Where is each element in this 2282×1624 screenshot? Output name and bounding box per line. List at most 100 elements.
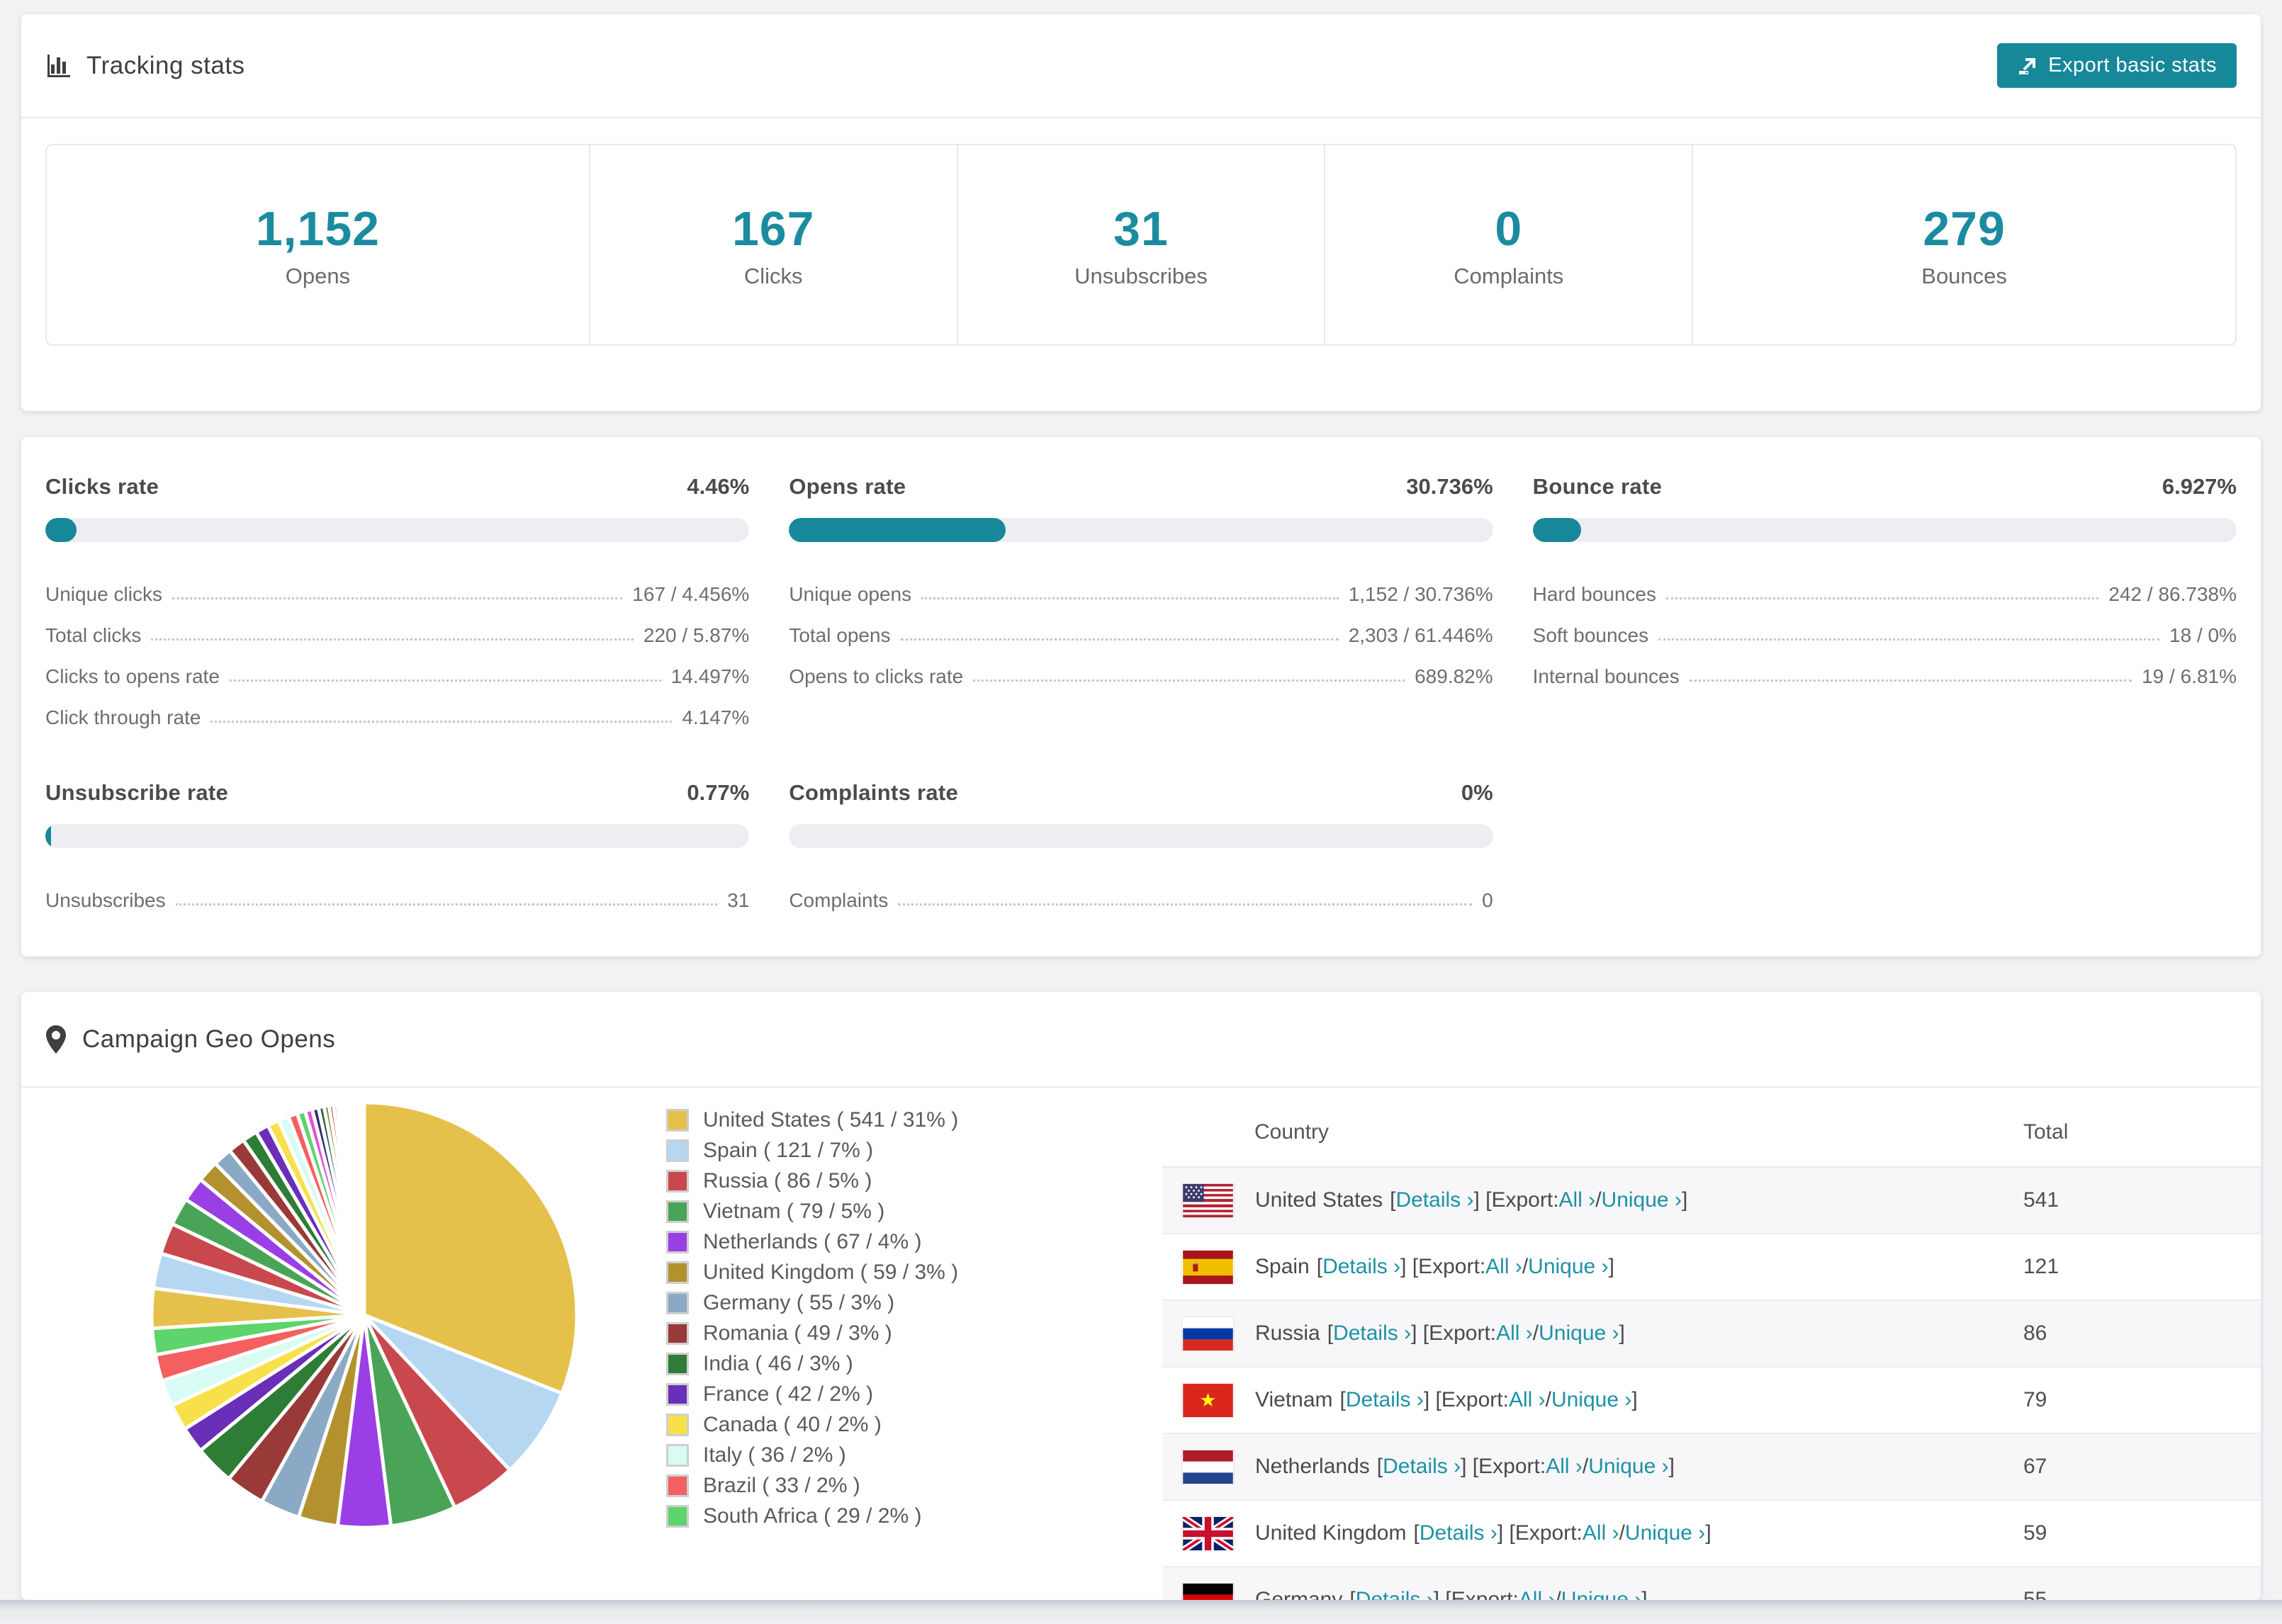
link-bracket-text: ] — [1619, 1321, 1625, 1345]
summary-stat-opens: 1,152 Opens — [47, 145, 590, 344]
link-bracket-text: [ — [1390, 1188, 1396, 1212]
geo-country-cell: Vietnam [Details ›] [Export: All › / Uniq… — [1162, 1383, 2023, 1417]
export-unique-link-russia[interactable]: Unique › — [1539, 1321, 1619, 1346]
geo-table-row-netherlands: Netherlands[Details ›] [Export: All › / … — [1162, 1434, 2261, 1501]
rate-progress-bar — [1532, 518, 2237, 542]
nl-flag-icon — [1182, 1450, 1234, 1484]
geo-opens-body: United States ( 541 / 31% ) Spain ( 121 /… — [21, 1088, 2261, 1600]
geo-country-cell: United Kingdom[Details ›] [Export: All ›… — [1162, 1516, 2023, 1550]
export-basic-stats-button[interactable]: Export basic stats — [1997, 43, 2237, 88]
details-link-germany[interactable]: Details › — [1356, 1588, 1434, 1600]
rate-detail-label: Unsubscribes — [45, 889, 166, 911]
legend-label: Italy ( 36 / 2% ) — [703, 1443, 846, 1467]
legend-item-south-africa: South Africa ( 29 / 2% ) — [666, 1501, 958, 1531]
country-name: Netherlands — [1255, 1455, 1370, 1478]
rate-detail-row: Opens to clicks rate 689.82% — [789, 647, 1493, 688]
country-name: Vietnam — [1255, 1388, 1333, 1411]
rate-detail-value: 242 / 86.738% — [2108, 583, 2237, 605]
rate-detail-row: Hard bounces 242 / 86.738% — [1533, 565, 2237, 606]
de-flag-icon — [1182, 1583, 1234, 1600]
export-unique-link-germany[interactable]: Unique › — [1561, 1588, 1641, 1600]
export-unique-link-netherlands[interactable]: Unique › — [1588, 1455, 1668, 1479]
export-unique-link-united-states[interactable]: Unique › — [1602, 1188, 1682, 1212]
country-name: Germany — [1255, 1588, 1343, 1600]
geo-country-cell: Germany [Details ›] [Export: All › / Uniq… — [1162, 1583, 2023, 1600]
rate-block-head: Complaints rate 0% — [789, 780, 1493, 806]
country-name: Russia — [1255, 1321, 1320, 1345]
legend-swatch — [666, 1443, 689, 1467]
rate-progress-bar — [789, 518, 1493, 542]
rate-progress-fill — [45, 824, 51, 848]
rate-percentage: 4.46% — [687, 474, 750, 499]
link-bracket-text: ] — [1668, 1455, 1675, 1478]
page-bottom-scroll-shadow — [0, 1600, 2282, 1624]
legend-label: United Kingdom ( 59 / 3% ) — [703, 1260, 959, 1284]
dotted-leader — [900, 638, 1339, 641]
rate-detail-value: 18 / 0% — [2169, 624, 2237, 646]
legend-item-france: France ( 42 / 2% ) — [666, 1379, 958, 1409]
rate-percentage: 6.927% — [2162, 474, 2237, 499]
link-bracket-text: ] [Export: — [1473, 1188, 1559, 1212]
geo-country-cell: Netherlands[Details ›] [Export: All › / … — [1162, 1450, 2023, 1484]
geo-total-cell: 59 — [2023, 1521, 2047, 1545]
details-link-united-states[interactable]: Details › — [1395, 1188, 1473, 1212]
summary-stat-complaints: 0 Complaints — [1325, 145, 1694, 344]
rate-block-head: Opens rate 30.736% — [789, 474, 1493, 500]
geo-total-cell: 79 — [2023, 1388, 2047, 1411]
rate-detail-value: 19 / 6.81% — [2142, 665, 2237, 687]
rate-detail-value: 2,303 / 61.446% — [1348, 624, 1493, 646]
export-icon — [2017, 55, 2038, 77]
summary-stat-label: Bounces — [1921, 263, 2007, 288]
details-link-russia[interactable]: Details › — [1333, 1321, 1411, 1346]
summary-stat-label: Opens — [285, 263, 351, 288]
link-bracket-text: ] [Export: — [1400, 1255, 1486, 1278]
geo-table-row-united-kingdom: United Kingdom[Details ›] [Export: All ›… — [1162, 1501, 2261, 1567]
link-bracket-text: ] [Export: — [1423, 1388, 1509, 1411]
geo-pie-chart — [145, 1095, 584, 1538]
details-link-spain[interactable]: Details › — [1322, 1255, 1400, 1279]
rate-detail-rows: Complaints 0 — [789, 871, 1493, 912]
details-link-vietnam[interactable]: Details › — [1346, 1388, 1424, 1412]
rate-detail-row: Clicks to opens rate 14.497% — [45, 647, 749, 688]
rate-detail-value: 0 — [1482, 889, 1493, 911]
rate-detail-label: Unique clicks — [45, 583, 162, 605]
link-bracket-text: / — [1595, 1188, 1602, 1212]
link-bracket-text: ] — [1705, 1521, 1712, 1545]
summary-stat-value: 167 — [731, 201, 815, 256]
geo-country-cell: Spain [Details ›] [Export: All › / Unique… — [1162, 1250, 2023, 1284]
export-all-link-vietnam[interactable]: All › — [1509, 1388, 1546, 1412]
legend-label: Netherlands ( 67 / 4% ) — [703, 1229, 922, 1253]
link-bracket-text: ] [Export: — [1497, 1521, 1583, 1545]
export-unique-link-vietnam[interactable]: Unique › — [1551, 1388, 1631, 1412]
link-bracket-text: / — [1532, 1321, 1539, 1345]
export-all-link-united-states[interactable]: All › — [1559, 1188, 1596, 1212]
export-all-link-russia[interactable]: All › — [1496, 1321, 1533, 1346]
geo-total-cell: 541 — [2023, 1188, 2059, 1212]
rate-detail-value: 31 — [727, 889, 750, 911]
rate-detail-row: Unsubscribes 31 — [45, 871, 749, 912]
export-unique-link-spain[interactable]: Unique › — [1528, 1255, 1608, 1279]
legend-swatch — [666, 1108, 689, 1132]
rate-progress-fill — [45, 518, 77, 542]
summary-stat-value: 1,152 — [255, 201, 380, 256]
geo-table-row-russia: Russia [Details ›] [Export: All › / Uniqu… — [1162, 1301, 2261, 1368]
rate-title: Complaints rate — [789, 780, 959, 805]
legend-label: France ( 42 / 2% ) — [703, 1382, 874, 1406]
export-all-link-spain[interactable]: All › — [1485, 1255, 1522, 1279]
link-bracket-text: [ — [1413, 1521, 1420, 1545]
summary-stat-label: Unsubscribes — [1074, 263, 1208, 288]
details-link-united-kingdom[interactable]: Details › — [1420, 1521, 1497, 1545]
legend-swatch — [666, 1504, 689, 1528]
dotted-leader — [973, 680, 1405, 682]
legend-label: India ( 46 / 3% ) — [703, 1351, 853, 1375]
summary-stat-bounces: 279 Bounces — [1693, 145, 2235, 344]
rate-detail-label: Total opens — [789, 624, 891, 646]
export-all-link-united-kingdom[interactable]: All › — [1583, 1521, 1619, 1545]
export-unique-link-united-kingdom[interactable]: Unique › — [1625, 1521, 1705, 1545]
export-all-link-germany[interactable]: All › — [1519, 1588, 1556, 1600]
legend-label: Vietnam ( 79 / 5% ) — [703, 1199, 885, 1223]
details-link-netherlands[interactable]: Details › — [1383, 1455, 1461, 1479]
legend-label: Russia ( 86 / 5% ) — [703, 1168, 872, 1192]
dotted-leader — [175, 903, 718, 906]
export-all-link-netherlands[interactable]: All › — [1546, 1455, 1583, 1479]
